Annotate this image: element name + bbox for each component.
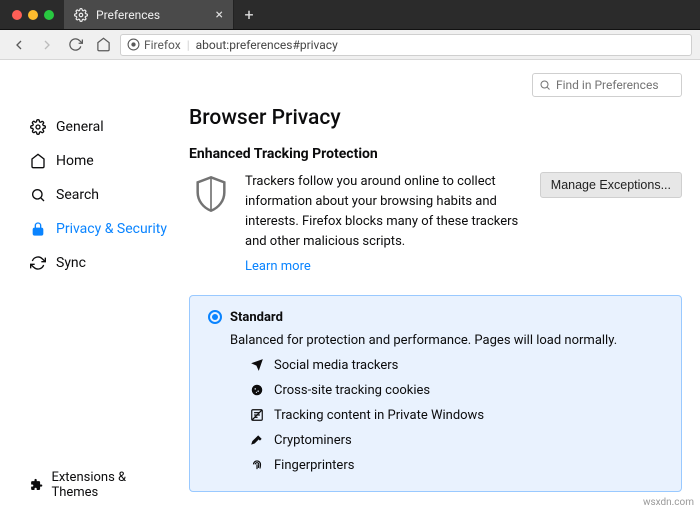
sidebar-item-general[interactable]: General (0, 110, 185, 144)
sidebar-item-home[interactable]: Home (0, 144, 185, 178)
back-button[interactable] (8, 34, 30, 56)
tracker-item-fingerprinters: Fingerprinters (250, 458, 663, 473)
sidebar-item-label: Privacy & Security (56, 221, 167, 237)
section-title: Enhanced Tracking Protection (189, 146, 682, 162)
reload-button[interactable] (64, 34, 86, 56)
window-controls (0, 0, 64, 29)
cookie-icon (250, 383, 264, 397)
lock-icon (30, 221, 46, 237)
gear-icon (74, 8, 88, 22)
forward-button[interactable] (36, 34, 58, 56)
close-window-button[interactable] (12, 10, 22, 20)
tab-title: Preferences (96, 8, 208, 22)
learn-more-link[interactable]: Learn more (245, 257, 311, 277)
watermark: wsxdn.com (643, 497, 694, 508)
fingerprint-icon (250, 458, 264, 472)
url-text: about:preferences#privacy (196, 38, 338, 52)
tracker-item-content: Tracking content in Private Windows (250, 408, 663, 423)
browser-tab-preferences[interactable]: Preferences × (64, 0, 234, 29)
sidebar-item-label: General (56, 119, 104, 135)
home-icon (30, 153, 46, 169)
tracker-item-cookies: Cross-site tracking cookies (250, 383, 663, 398)
close-tab-icon[interactable]: × (216, 7, 223, 23)
sidebar-item-label: Sync (56, 255, 86, 271)
protection-level-standard[interactable]: Standard Balanced for protection and per… (189, 295, 682, 492)
tracker-item-cryptominers: Cryptominers (250, 433, 663, 448)
page-title: Browser Privacy (189, 106, 682, 130)
radio-standard[interactable] (208, 310, 222, 324)
sidebar-footer-label: Extensions & Themes (51, 470, 171, 500)
tracker-list: Social media trackers Cross-site trackin… (250, 358, 663, 473)
new-tab-button[interactable]: + (234, 0, 264, 29)
sidebar-item-privacy[interactable]: Privacy & Security (0, 212, 185, 246)
etp-description: Trackers follow you around online to col… (245, 174, 518, 249)
manage-exceptions-button[interactable]: Manage Exceptions... (540, 172, 682, 198)
search-icon (30, 187, 46, 203)
minimize-window-button[interactable] (28, 10, 38, 20)
protection-level-desc: Balanced for protection and performance.… (230, 333, 663, 348)
preferences-sidebar: General Home Search Privacy & Security S… (0, 60, 185, 510)
zoom-window-button[interactable] (44, 10, 54, 20)
site-identity-label: Firefox (144, 38, 181, 52)
sidebar-extensions-themes[interactable]: Extensions & Themes (0, 460, 185, 510)
home-button[interactable] (92, 34, 114, 56)
sidebar-item-sync[interactable]: Sync (0, 246, 185, 280)
gear-icon (30, 119, 46, 135)
tab-strip: Preferences × + (0, 0, 700, 30)
tracking-content-icon (250, 408, 264, 422)
cryptominer-icon (250, 433, 264, 447)
nav-toolbar: Firefox | about:preferences#privacy (0, 30, 700, 60)
main-content: Browser Privacy Enhanced Tracking Protec… (185, 60, 700, 510)
sidebar-item-label: Search (56, 187, 99, 203)
site-identity[interactable]: Firefox (127, 38, 181, 52)
tracker-item-social: Social media trackers (250, 358, 663, 373)
sidebar-item-search[interactable]: Search (0, 178, 185, 212)
shield-icon (189, 172, 233, 216)
protection-level-title: Standard (230, 310, 283, 325)
social-icon (250, 358, 264, 372)
address-bar[interactable]: Firefox | about:preferences#privacy (120, 34, 692, 56)
sync-icon (30, 255, 46, 271)
puzzle-icon (30, 478, 43, 492)
sidebar-item-label: Home (56, 153, 94, 169)
